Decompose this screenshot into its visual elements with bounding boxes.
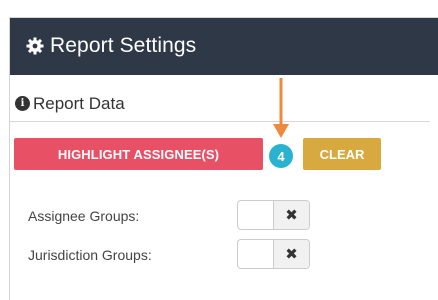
assignee-groups-toggle[interactable]: ✖	[237, 200, 310, 230]
annotation-arrow	[273, 78, 289, 138]
section-title: Report Data	[33, 94, 125, 113]
assignee-groups-label: Assignee Groups:	[28, 208, 140, 224]
close-icon[interactable]: ✖	[273, 201, 309, 229]
page-title: Report Settings	[50, 34, 197, 57]
close-icon-glyph: ✖	[285, 205, 298, 224]
section-divider	[10, 121, 430, 122]
report-settings-panel: Report Settings i Report Data HIGHLIGHT …	[9, 17, 438, 300]
gear-icon	[26, 37, 44, 55]
info-icon-glyph: i	[20, 97, 25, 109]
close-icon-glyph: ✖	[285, 244, 298, 263]
jurisdiction-groups-toggle[interactable]: ✖	[237, 239, 310, 269]
section-header: i Report Data	[10, 94, 438, 116]
count-badge: 4	[269, 144, 293, 168]
clear-button[interactable]: CLEAR	[303, 138, 381, 170]
panel-header: Report Settings	[10, 18, 438, 75]
highlight-assignees-button[interactable]: HIGHLIGHT ASSIGNEE(S)	[14, 138, 263, 170]
close-icon[interactable]: ✖	[273, 240, 309, 268]
jurisdiction-groups-label: Jurisdiction Groups:	[28, 247, 152, 263]
info-icon: i	[15, 96, 30, 111]
